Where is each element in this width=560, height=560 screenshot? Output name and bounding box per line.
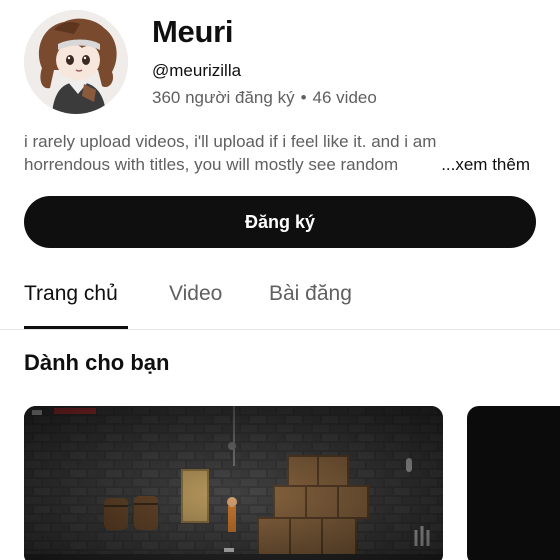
channel-info: Meuri @meurizilla 360 người đăng ký • 46 v… <box>152 10 377 109</box>
channel-name: Meuri <box>152 14 234 49</box>
video-thumbnail[interactable] <box>24 406 443 560</box>
video-thumbnail-next[interactable] <box>467 406 560 560</box>
active-tab-indicator <box>24 326 128 329</box>
description-line-2-text: horrendous with titles, you will mostly … <box>24 155 399 174</box>
stats-separator: • <box>300 88 307 107</box>
channel-header: Meuri @meurizilla 360 người đăng ký • 46 v… <box>24 10 536 115</box>
see-more-link[interactable]: ...xem thêm <box>423 153 530 176</box>
channel-tabs: Trang chủ Video Bài đăng <box>0 268 560 330</box>
tab-home[interactable]: Trang chủ <box>24 282 118 306</box>
channel-description[interactable]: i rarely upload videos, i'll upload if i… <box>24 130 536 176</box>
video-count: 46 video <box>312 88 377 107</box>
description-line-2: horrendous with titles, you will mostly … <box>24 153 536 176</box>
game-scene-illustration <box>24 406 443 560</box>
subscribe-button[interactable]: Đăng ký <box>24 196 536 248</box>
channel-avatar[interactable] <box>24 10 128 114</box>
channel-handle: @meurizilla <box>152 61 242 80</box>
subscriber-count: 360 người đăng ký <box>152 88 295 107</box>
section-title: Dành cho bạn <box>24 350 170 375</box>
tab-posts[interactable]: Bài đăng <box>269 282 352 306</box>
tab-videos[interactable]: Video <box>169 282 222 306</box>
avatar-illustration <box>24 10 128 114</box>
channel-stats: 360 người đăng ký • 46 video <box>152 87 377 109</box>
description-line-1: i rarely upload videos, i'll upload if i… <box>24 132 437 151</box>
